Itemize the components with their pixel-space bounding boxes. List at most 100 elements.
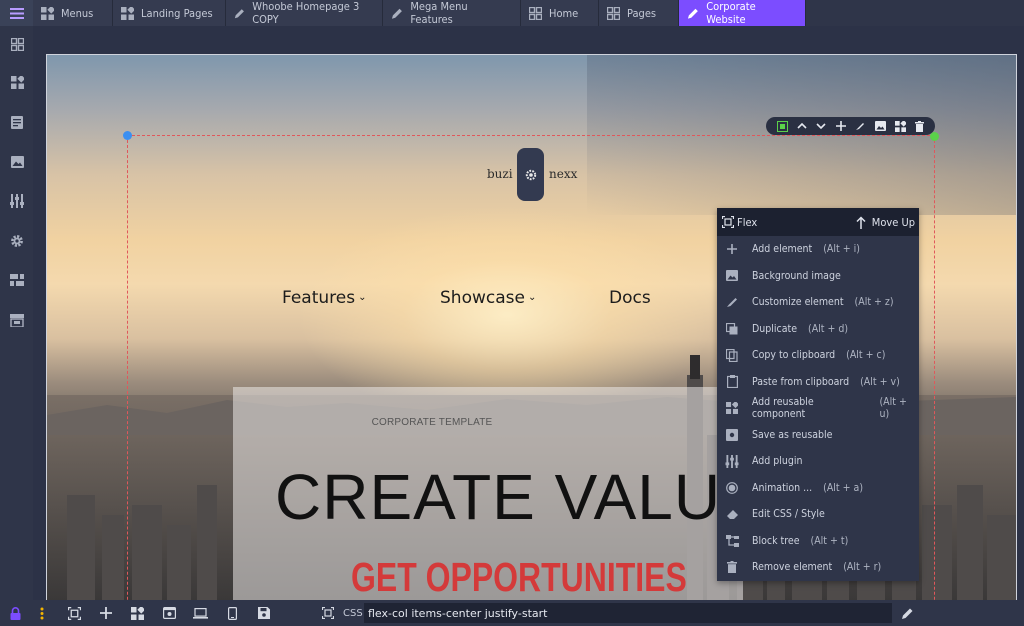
- tab-label: Home: [549, 6, 579, 20]
- menu-item-paste-from-clipboard[interactable]: Paste from clipboard (Alt + v): [717, 369, 919, 396]
- tab-pages[interactable]: Pages: [599, 0, 679, 26]
- menu-item-shortcut: (Alt + v): [860, 375, 900, 388]
- select-mode-button[interactable]: [66, 605, 82, 621]
- laptop-icon: [192, 607, 208, 619]
- menu-item-copy-to-clipboard[interactable]: Copy to clipboard (Alt + c): [717, 342, 919, 369]
- tab-landing-pages[interactable]: Landing Pages: [113, 0, 226, 26]
- trash-icon[interactable]: [915, 120, 925, 132]
- selection-handle-right[interactable]: [930, 132, 939, 141]
- plus-icon[interactable]: [835, 121, 846, 131]
- plus-icon: [725, 242, 739, 256]
- menu-item-duplicate[interactable]: Duplicate (Alt + d): [717, 316, 919, 343]
- menu-item-background-image[interactable]: Background image: [717, 263, 919, 290]
- menu-item-label: Animation ...: [752, 481, 813, 494]
- menu-item-label: Copy to clipboard: [752, 349, 836, 362]
- brush-icon[interactable]: [855, 121, 865, 131]
- sidebar-image-button[interactable]: [9, 154, 25, 170]
- sidebar-grid-button[interactable]: [9, 36, 25, 52]
- sidebar-blocks-button[interactable]: [9, 74, 25, 90]
- lock-icon: [10, 606, 20, 620]
- tab-label: Corporate Website: [706, 0, 756, 26]
- sidebar-plugins-button[interactable]: [9, 193, 25, 209]
- menu-item-remove-element[interactable]: Remove element (Alt + r): [717, 554, 919, 581]
- mobile-view-button[interactable]: [224, 605, 240, 621]
- tab-label: Mega Menu Features: [410, 0, 468, 26]
- brush-icon: [725, 295, 739, 309]
- tab-home[interactable]: Home: [521, 0, 599, 26]
- menu-item-label: Paste from clipboard: [752, 375, 850, 388]
- tab-mega-menu-features[interactable]: Mega Menu Features: [383, 0, 521, 26]
- menu-item-label: Add plugin: [752, 455, 803, 468]
- add-button[interactable]: [98, 605, 114, 621]
- sidebar-store-button[interactable]: [9, 312, 25, 328]
- components-button[interactable]: [129, 605, 145, 621]
- css-label: CSS: [343, 608, 363, 619]
- pencil-icon: [901, 608, 912, 619]
- flex-icon: [722, 216, 734, 228]
- tab-label: Menus: [61, 6, 94, 20]
- chevron-down-icon[interactable]: [816, 122, 827, 130]
- edit-css-button[interactable]: [899, 605, 915, 621]
- menu-item-shortcut: (Alt + d): [808, 322, 849, 335]
- tab-corporate-website[interactable]: Corporate Website: [679, 0, 806, 26]
- move-up-button[interactable]: Move Up: [856, 216, 915, 229]
- components-icon: [10, 274, 24, 286]
- blocks-icon: [725, 401, 739, 415]
- menu-button[interactable]: [0, 0, 33, 26]
- menu-item-label: Add element: [752, 243, 813, 256]
- lock-button[interactable]: [7, 605, 23, 621]
- mobile-icon: [227, 606, 237, 620]
- tab-label: Whoobe Homepage 3 COPY: [252, 0, 360, 26]
- menu-item-add-reusable-component[interactable]: Add reusable component (Alt + u): [717, 395, 919, 422]
- css-class-input[interactable]: [364, 603, 892, 623]
- blocks-icon[interactable]: [894, 120, 906, 132]
- menu-item-shortcut: (Alt + r): [843, 561, 882, 574]
- menu-item-edit-css-style[interactable]: Edit CSS / Style: [717, 501, 919, 528]
- blocks-icon: [10, 75, 24, 89]
- tab-label: Landing Pages: [141, 6, 213, 20]
- gear-icon: [11, 235, 23, 247]
- save-button[interactable]: [256, 605, 272, 621]
- element-toolbar: [766, 117, 935, 135]
- document-icon: [11, 115, 23, 129]
- eraser-icon: [725, 507, 739, 521]
- menu-item-add-element[interactable]: Add element (Alt + i): [717, 236, 919, 263]
- store-icon: [10, 313, 24, 327]
- menu-item-label: Save as reusable: [752, 428, 833, 441]
- menu-item-label: Duplicate: [752, 322, 798, 335]
- animation-icon: [725, 481, 739, 495]
- editor-canvas: buzi nexx Features ⌄ Showcase ⌄ Docs CORPO…: [33, 26, 1024, 602]
- menu-item-label: Edit CSS / Style: [752, 508, 825, 521]
- arrow-up-icon: [856, 215, 866, 229]
- flex-icon: [322, 607, 334, 619]
- image-icon[interactable]: [874, 121, 886, 131]
- selection-handle-left[interactable]: [123, 131, 132, 140]
- grid-icon: [10, 37, 24, 51]
- sidebar-components-button[interactable]: [9, 272, 25, 288]
- menu-item-customize-element[interactable]: Customize element (Alt + z): [717, 289, 919, 316]
- desktop-view-button[interactable]: [192, 605, 208, 621]
- menu-item-animation[interactable]: Animation ... (Alt + a): [717, 475, 919, 502]
- menu-item-add-plugin[interactable]: Add plugin: [717, 448, 919, 475]
- tab-menus[interactable]: Menus: [33, 0, 113, 26]
- select-parent-icon[interactable]: [776, 120, 788, 132]
- plugin-icon: [10, 194, 24, 208]
- context-menu-header: Flex Move Up: [717, 208, 919, 236]
- menu-item-save-as-reusable[interactable]: Save as reusable: [717, 422, 919, 449]
- context-menu: Flex Move Up Add element (Alt + i) Backg…: [717, 208, 919, 581]
- menu-item-shortcut: (Alt + z): [854, 296, 894, 309]
- context-menu-title-group: Flex: [722, 216, 757, 229]
- trash-icon: [725, 560, 739, 574]
- chevron-up-icon[interactable]: [797, 122, 807, 130]
- menu-item-block-tree[interactable]: Block tree (Alt + t): [717, 528, 919, 555]
- more-options-button[interactable]: [34, 605, 50, 621]
- menu-item-label: Customize element: [752, 296, 844, 309]
- preview-button[interactable]: [161, 605, 177, 621]
- menu-item-shortcut: (Alt + a): [823, 481, 864, 494]
- sidebar-settings-button[interactable]: [9, 233, 25, 249]
- tab-whoobe-homepage-3-copy[interactable]: Whoobe Homepage 3 COPY: [226, 0, 383, 26]
- menu-item-label: Block tree: [752, 534, 800, 547]
- sidebar-document-button[interactable]: [9, 114, 25, 130]
- menu-item-label: Add reusable component: [751, 396, 814, 421]
- duplicate-icon: [725, 322, 739, 336]
